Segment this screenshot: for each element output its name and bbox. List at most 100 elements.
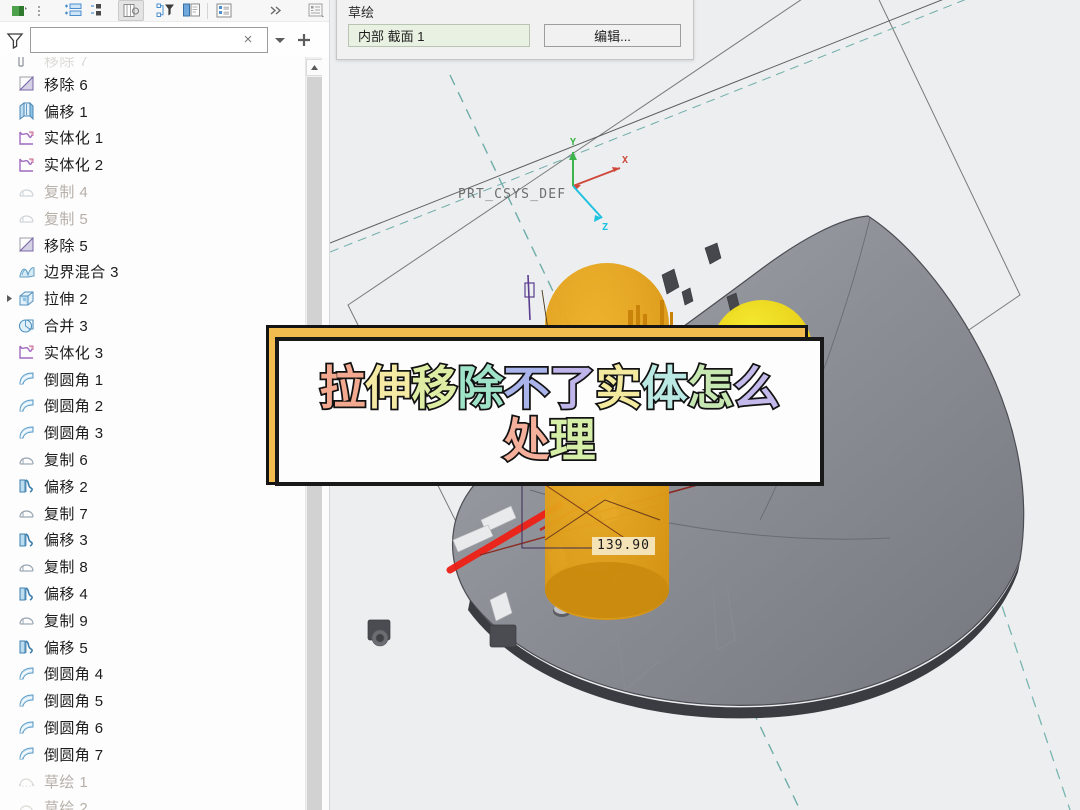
tree-row[interactable]: 实体化 2 <box>0 151 305 178</box>
clear-icon[interactable]: × <box>237 29 259 51</box>
tree-row-label: 倒圆角 3 <box>44 425 104 443</box>
show-color-icon[interactable] <box>6 0 32 21</box>
tree-row[interactable]: 复制 6 <box>0 446 305 473</box>
tree-columns-icon[interactable] <box>118 0 144 21</box>
offset-solid-icon <box>16 101 38 121</box>
tree-row[interactable]: 复制 8 <box>0 553 305 580</box>
collapse-all-icon[interactable] <box>86 0 112 21</box>
tree-row-label: 移除 5 <box>44 237 89 255</box>
offset-surf-icon <box>16 584 38 604</box>
expand-arrow-icon[interactable] <box>2 292 16 306</box>
tree-row[interactable]: 倒圆角 5 <box>0 687 305 714</box>
copy-icon <box>16 208 38 228</box>
tree-row-label: 复制 8 <box>44 559 89 577</box>
copy-icon <box>16 610 38 630</box>
tree-filters-icon[interactable] <box>152 0 178 21</box>
tree-row-label: 合并 3 <box>44 318 89 336</box>
extrude-icon <box>16 289 38 309</box>
copy-icon <box>16 503 38 523</box>
chevron-double-right-icon[interactable] <box>263 0 289 21</box>
more-options-icon[interactable] <box>32 0 46 21</box>
sketch-collector-dialog: 草绘 内部 截面 1 编辑... <box>336 0 694 60</box>
tree-row-label: 倒圆角 7 <box>44 746 104 764</box>
round-icon <box>16 369 38 389</box>
tree-row[interactable]: 移除 6 <box>0 71 305 98</box>
csys-label: PRT_CSYS_DEF <box>458 187 567 202</box>
tree-row[interactable]: 倒圆角 2 <box>0 393 305 420</box>
caption-char: 体 <box>640 360 690 415</box>
caption-char: 不 <box>502 360 552 415</box>
tree-row[interactable]: 偏移 2 <box>0 473 305 500</box>
caption-char: 理 <box>548 412 598 467</box>
model-tree-items-icon[interactable] <box>211 0 237 21</box>
tree-row-label: 草绘 1 <box>44 773 89 791</box>
tree-row-partial[interactable]: 移除 7 <box>0 57 305 71</box>
tree-row[interactable]: 复制 5 <box>0 205 305 232</box>
tree-row[interactable]: 倒圆角 7 <box>0 741 305 768</box>
layer-tree-icon[interactable] <box>178 0 204 21</box>
caption-char: 除 <box>456 360 506 415</box>
tree-row[interactable]: 偏移 1 <box>0 98 305 125</box>
edit-sketch-button[interactable]: 编辑... <box>544 24 681 47</box>
round-icon <box>16 718 38 738</box>
search-input[interactable] <box>31 28 237 51</box>
caption-char: 了 <box>548 360 598 415</box>
caption-char: 拉 <box>318 360 368 415</box>
tree-row-label: 移除 6 <box>44 76 89 94</box>
tree-row-label: 偏移 3 <box>44 532 89 550</box>
tree-row[interactable]: 倒圆角 6 <box>0 714 305 741</box>
tree-row-label: 边界混合 3 <box>44 264 119 282</box>
tree-row[interactable]: 复制 4 <box>0 178 305 205</box>
sketch-icon <box>16 771 38 791</box>
tree-row[interactable]: 草绘 2 <box>0 795 305 810</box>
remove-icon <box>16 235 38 255</box>
tree-row[interactable]: 倒圆角 3 <box>0 419 305 446</box>
tree-row[interactable]: 复制 9 <box>0 607 305 634</box>
copy-icon <box>16 450 38 470</box>
expand-all-icon[interactable] <box>60 0 86 21</box>
search-box[interactable]: × <box>30 26 268 53</box>
tree-row[interactable]: 草绘 1 <box>0 768 305 795</box>
model-tree-list[interactable]: 移除 7 移除 6 偏移 1 实体化 1 实体化 2 复制 4 复制 5 移除 … <box>0 57 305 810</box>
tree-row-label: 偏移 2 <box>44 478 89 496</box>
add-filter-icon[interactable] <box>292 27 316 53</box>
tree-row[interactable]: 边界混合 3 <box>0 259 305 286</box>
app-window: × 移除 7 移除 6 偏移 1 实体化 1 实体化 2 复制 4 复制 5 移… <box>0 0 1080 810</box>
caption-char: 么 <box>732 360 782 415</box>
remove-icon <box>16 74 38 94</box>
tree-row[interactable]: 合并 3 <box>0 312 305 339</box>
tree-row[interactable]: 倒圆角 4 <box>0 661 305 688</box>
solidify-icon <box>16 342 38 362</box>
tree-row[interactable]: 偏移 5 <box>0 634 305 661</box>
tree-row-label: 实体化 2 <box>44 157 104 175</box>
offset-surf-icon <box>16 637 38 657</box>
chevron-down-icon[interactable] <box>268 27 292 53</box>
tree-row-label: 实体化 3 <box>44 344 104 362</box>
caption-char: 处 <box>502 412 552 467</box>
tree-row[interactable]: 实体化 1 <box>0 125 305 152</box>
tree-row[interactable]: 移除 5 <box>0 232 305 259</box>
dimension-label[interactable]: 139.90 <box>592 537 655 555</box>
funnel-icon[interactable] <box>0 25 30 55</box>
tree-row[interactable]: 实体化 3 <box>0 339 305 366</box>
tree-row[interactable]: 复制 7 <box>0 500 305 527</box>
tree-row-label: 拉伸 2 <box>44 291 89 309</box>
caption-char: 伸 <box>364 360 414 415</box>
caption-char: 移 <box>410 360 460 415</box>
model-tree-filter-row: × <box>0 22 329 57</box>
scroll-up-button[interactable] <box>306 59 323 76</box>
offset-surf-icon <box>16 530 38 550</box>
model-tree-toolbar <box>0 0 329 22</box>
tree-row-label: 复制 9 <box>44 612 89 630</box>
internal-section-field[interactable]: 内部 截面 1 <box>348 24 530 47</box>
tree-row[interactable]: 倒圆角 1 <box>0 366 305 393</box>
tree-row[interactable]: 拉伸 2 <box>0 285 305 312</box>
round-icon <box>16 744 38 764</box>
round-icon <box>16 423 38 443</box>
round-icon <box>16 396 38 416</box>
settings-list-icon[interactable] <box>303 0 329 21</box>
axis-label-x: X <box>622 155 629 166</box>
tree-row[interactable]: 偏移 3 <box>0 527 305 554</box>
tree-row[interactable]: 偏移 4 <box>0 580 305 607</box>
copy-icon <box>16 557 38 577</box>
